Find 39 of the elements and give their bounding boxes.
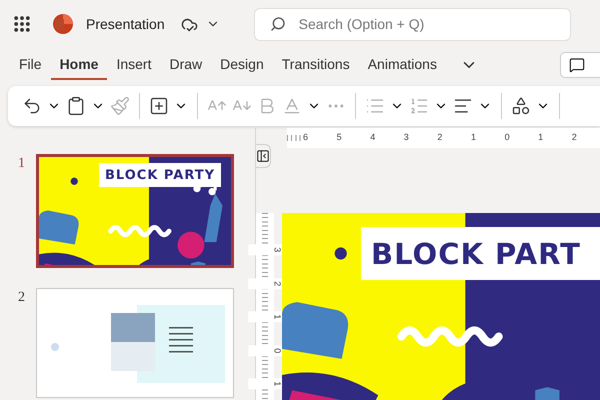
slide-number: 1 xyxy=(18,156,26,173)
ribbon-tab[interactable]: Transitions xyxy=(272,50,359,80)
ribbon-tab[interactable]: Insert xyxy=(107,50,160,80)
comment-button[interactable] xyxy=(560,52,600,78)
shapes-icon[interactable] xyxy=(511,96,531,116)
slide-number: 2 xyxy=(18,290,26,307)
ruler-number: 5 xyxy=(336,132,370,143)
ruler-number: 0 xyxy=(504,132,538,143)
ribbon-tab[interactable]: Home xyxy=(50,50,108,80)
slide-title-box: BLOCK PART xyxy=(361,227,600,280)
ruler-number: 3 xyxy=(248,244,282,256)
document-title[interactable]: Presentation xyxy=(86,16,165,32)
slide-title-box: BLOCK PARTY xyxy=(99,163,222,187)
ribbon-tab[interactable]: File xyxy=(10,50,51,80)
ruler-number: 1 xyxy=(248,311,282,322)
clipboard-icon[interactable] xyxy=(66,96,86,116)
ruler-number: 0 xyxy=(248,345,282,356)
ruler-number: 2 xyxy=(437,132,471,143)
ribbon-tab[interactable]: Design xyxy=(211,50,273,80)
ruler-number: 1 xyxy=(538,132,572,143)
ribbon-tab[interactable]: Animations xyxy=(358,50,446,80)
font-color-icon[interactable] xyxy=(282,96,302,116)
ruler-number: 2 xyxy=(572,132,600,143)
ruler-number: 1 xyxy=(248,378,282,390)
new-slide-icon[interactable] xyxy=(149,96,169,116)
ruler-number: 2 xyxy=(248,278,282,289)
ruler-number: 6 xyxy=(303,132,337,143)
app-logo-icon xyxy=(52,13,74,35)
collapse-pane-button[interactable] xyxy=(256,144,271,168)
undo-icon[interactable] xyxy=(22,96,42,116)
ruler-number: 3 xyxy=(404,132,438,143)
app-launcher-icon[interactable] xyxy=(12,14,32,34)
search-field[interactable]: Search (Option + Q) xyxy=(254,8,571,40)
ruler-number: 4 xyxy=(370,132,404,143)
comment-icon xyxy=(569,57,585,73)
search-icon xyxy=(270,16,286,32)
ribbon-tab[interactable]: Draw xyxy=(160,50,212,80)
slide-thumbnail[interactable]: BLOCK PARTY xyxy=(36,154,234,268)
ruler-number: 1 xyxy=(470,132,505,143)
